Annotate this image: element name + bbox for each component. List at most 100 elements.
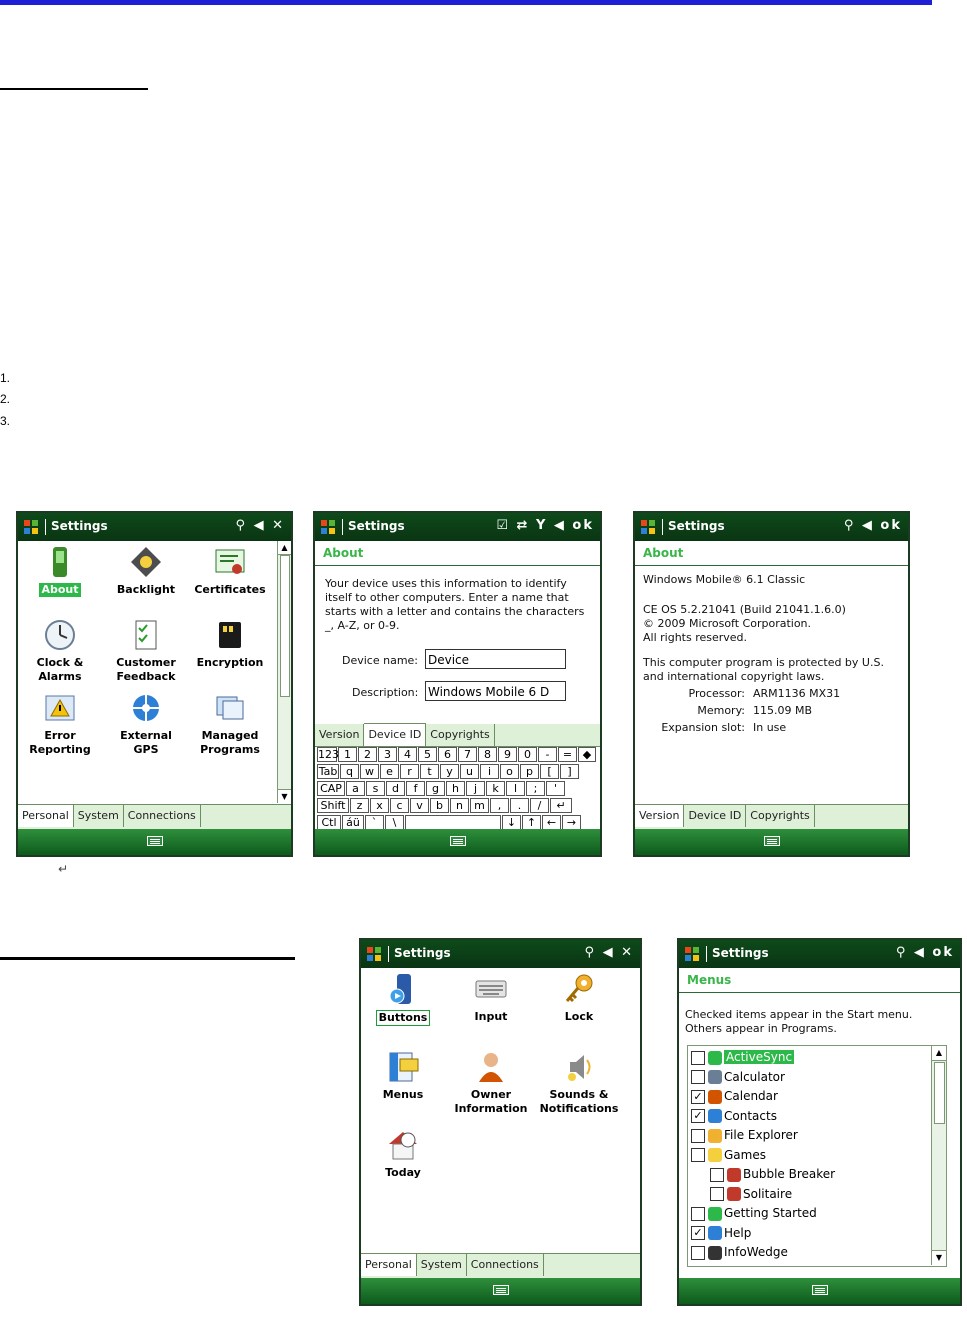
keyboard-key[interactable]: c	[390, 798, 409, 813]
keyboard-key[interactable]: Shift	[317, 798, 349, 813]
settings-item[interactable]: Managed Programs	[188, 691, 272, 757]
windows-start-icon[interactable]	[640, 519, 656, 535]
keyboard-key[interactable]: l	[506, 781, 525, 796]
keyboard-key[interactable]: 7	[458, 747, 477, 762]
settings-item[interactable]: Menus	[361, 1050, 445, 1102]
keyboard-key[interactable]: t	[420, 764, 439, 779]
windows-start-icon[interactable]	[320, 519, 336, 535]
settings-item[interactable]: Buttons	[361, 972, 445, 1026]
settings-item[interactable]: Encryption	[188, 618, 272, 670]
settings-item[interactable]: Error Reporting	[18, 691, 102, 757]
keyboard-key[interactable]: ↑	[522, 815, 541, 830]
menu-item-checkbox[interactable]	[691, 1148, 705, 1162]
status-icons[interactable]: ⚲ ◀ ok	[896, 945, 954, 960]
keyboard-key[interactable]: áü	[342, 815, 364, 830]
menu-list-item[interactable]: Calculator	[691, 1068, 785, 1087]
settings-item[interactable]: About	[18, 545, 102, 597]
status-icons[interactable]: ⚲ ◀ ✕	[236, 518, 285, 533]
keyboard-key[interactable]: ◆	[578, 747, 596, 762]
menu-item-checkbox[interactable]	[691, 1245, 705, 1260]
menu-list-item[interactable]: ActiveSync	[691, 1048, 795, 1067]
keyboard-key[interactable]: z	[350, 798, 369, 813]
tab-version[interactable]: Version	[635, 804, 685, 827]
keyboard-key[interactable]: d	[386, 781, 405, 796]
keyboard-key[interactable]: w	[360, 764, 379, 779]
scroll-thumb[interactable]	[934, 1062, 945, 1124]
tab-copyrights[interactable]: Copyrights	[746, 805, 815, 827]
settings-item[interactable]: Owner Information	[449, 1050, 533, 1116]
keyboard-key[interactable]: i	[480, 764, 499, 779]
keyboard-key[interactable]: 2	[358, 747, 377, 762]
menu-item-checkbox[interactable]	[691, 1206, 705, 1221]
windows-start-icon[interactable]	[23, 519, 39, 535]
keyboard-key[interactable]: q	[340, 764, 359, 779]
keyboard-key[interactable]: o	[500, 764, 519, 779]
menu-item-checkbox[interactable]	[691, 1070, 705, 1084]
tab-system[interactable]: System	[416, 1254, 467, 1276]
tab-copyrights[interactable]: Copyrights	[426, 724, 495, 746]
keyboard-key[interactable]: g	[426, 781, 445, 796]
menu-item-checkbox[interactable]	[691, 1128, 705, 1143]
keyboard-key[interactable]: b	[430, 798, 449, 813]
settings-item[interactable]: Certificates	[188, 545, 272, 597]
keyboard-key[interactable]: 1	[338, 747, 357, 762]
keyboard-icon[interactable]	[146, 836, 163, 846]
settings-item[interactable]: Lock	[537, 972, 621, 1024]
settings-item[interactable]: Input	[449, 972, 533, 1024]
keyboard-key[interactable]: x	[370, 798, 389, 813]
description-input[interactable]: Windows Mobile 6 D	[425, 681, 566, 701]
keyboard-key[interactable]: r	[400, 764, 419, 779]
menu-item-checkbox[interactable]	[710, 1187, 724, 1201]
scroll-down-arrow-icon[interactable]: ▼	[278, 789, 291, 803]
keyboard-key[interactable]: e	[380, 764, 399, 779]
tab-personal[interactable]: Personal	[18, 804, 74, 827]
keyboard-key[interactable]: 8	[478, 747, 497, 762]
keyboard-key[interactable]: ]	[560, 764, 579, 779]
scroll-thumb[interactable]	[280, 555, 290, 697]
windows-start-icon[interactable]	[684, 946, 700, 962]
menu-list-item[interactable]: Solitaire	[710, 1185, 792, 1204]
keyboard-key[interactable]: v	[410, 798, 429, 813]
keyboard-key[interactable]: 9	[498, 747, 517, 762]
keyboard-key[interactable]: CAP	[317, 781, 345, 796]
tab-connections[interactable]: Connections	[466, 1254, 544, 1276]
status-icons[interactable]: ⚲ ◀ ok	[844, 518, 902, 533]
keyboard-key[interactable]: f	[406, 781, 425, 796]
keyboard-key[interactable]: y	[440, 764, 459, 779]
tab-version[interactable]: Version	[315, 724, 365, 746]
keyboard-key[interactable]: `	[365, 815, 384, 830]
keyboard-key[interactable]: s	[366, 781, 385, 796]
menu-list-item[interactable]: File Explorer	[691, 1126, 798, 1145]
scroll-up-arrow-icon[interactable]: ▲	[932, 1046, 946, 1061]
tab-system[interactable]: System	[73, 805, 124, 827]
keyboard-key[interactable]: .	[510, 798, 529, 813]
menu-item-checkbox[interactable]: ✓	[691, 1109, 705, 1123]
device-name-input[interactable]: Device	[425, 649, 566, 669]
keyboard-key[interactable]: j	[466, 781, 485, 796]
tab-device-id[interactable]: Device ID	[364, 723, 427, 746]
keyboard-icon[interactable]	[449, 836, 466, 846]
scroll-down-arrow-icon[interactable]: ▼	[932, 1250, 946, 1265]
keyboard-key[interactable]: [	[540, 764, 559, 779]
settings-item[interactable]: Customer Feedback	[104, 618, 188, 684]
space-key[interactable]	[405, 815, 501, 830]
menu-list-item[interactable]: ✓ Calendar	[691, 1087, 778, 1106]
keyboard-key[interactable]: ,	[490, 798, 509, 813]
keyboard-key[interactable]: 3	[378, 747, 397, 762]
keyboard-key[interactable]: p	[520, 764, 539, 779]
keyboard-key[interactable]: Tab	[317, 764, 339, 779]
status-icons[interactable]: ☑ ⇄ Y ◀ ok	[496, 518, 594, 533]
menu-item-checkbox[interactable]	[691, 1050, 705, 1065]
tab-connections[interactable]: Connections	[123, 805, 201, 827]
keyboard-key[interactable]: 0	[518, 747, 537, 762]
keyboard-key[interactable]: ↓	[502, 815, 521, 830]
scrollbar[interactable]: ▲ ▼	[931, 1046, 946, 1265]
keyboard-key[interactable]: ←	[542, 815, 561, 830]
keyboard-icon[interactable]	[811, 1285, 828, 1295]
status-icons[interactable]: ⚲ ◀ ✕	[585, 945, 634, 960]
keyboard-key[interactable]: Ctl	[317, 815, 341, 830]
keyboard-key[interactable]: 123	[317, 747, 339, 762]
keyboard-key[interactable]: ↵	[550, 798, 572, 813]
settings-item[interactable]: Sounds & Notifications	[537, 1050, 621, 1116]
menu-list-item[interactable]: ✓ Contacts	[691, 1107, 777, 1126]
